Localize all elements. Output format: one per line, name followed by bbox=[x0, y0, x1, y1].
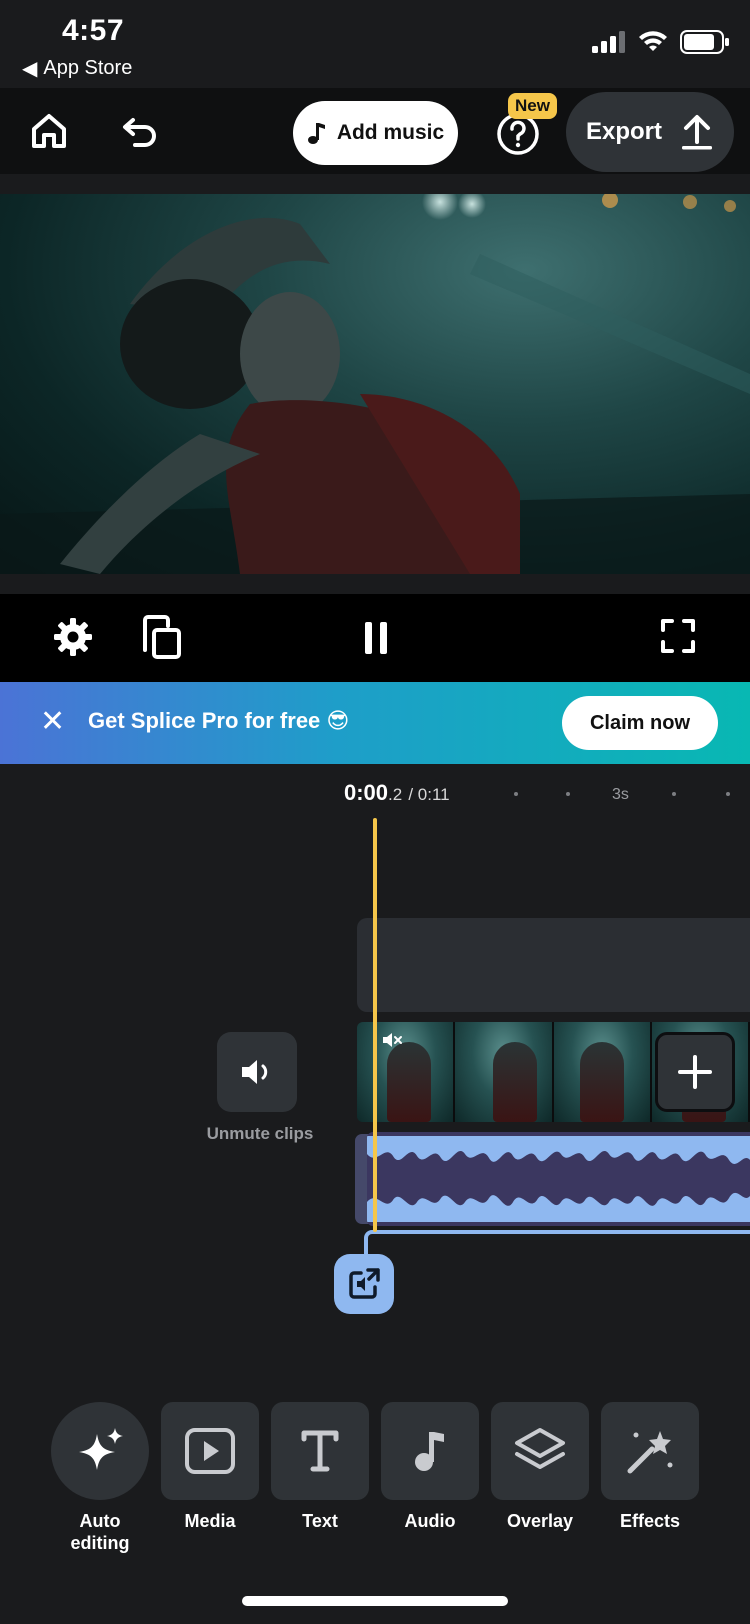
pause-icon bbox=[365, 622, 387, 654]
timecode-fraction: .2 bbox=[388, 785, 403, 804]
player-controls bbox=[0, 594, 750, 682]
timecode: 0:00.2 / 0:11 bbox=[344, 780, 450, 806]
promo-close-icon[interactable]: ✕ bbox=[40, 704, 65, 739]
audio-link-bracket bbox=[364, 1230, 750, 1260]
promo-banner: ✕ Get Splice Pro for free 😎 Claim now bbox=[0, 682, 750, 764]
tool-auto-editing-button[interactable] bbox=[51, 1402, 149, 1500]
layers-icon bbox=[515, 1428, 565, 1469]
battery-icon bbox=[680, 30, 729, 54]
home-indicator bbox=[242, 1596, 508, 1606]
status-bar: 4:57 ◀ App Store bbox=[0, 0, 750, 88]
tool-text[interactable]: Text bbox=[271, 1402, 369, 1532]
unmute-clips-label: Unmute clips bbox=[206, 1124, 314, 1143]
export-button[interactable]: Export bbox=[566, 92, 734, 172]
tool-overlay-label: Overlay bbox=[506, 1511, 574, 1531]
settings-button[interactable] bbox=[50, 614, 96, 660]
timecode-total: / 0:11 bbox=[408, 785, 450, 804]
add-music-button[interactable]: Add music bbox=[293, 101, 458, 165]
tool-overlay[interactable]: Overlay bbox=[491, 1402, 589, 1532]
ruler-tick bbox=[514, 792, 518, 796]
gear-icon bbox=[54, 618, 92, 656]
tool-audio[interactable]: Audio bbox=[381, 1402, 479, 1532]
new-badge: New bbox=[508, 93, 557, 119]
status-icons bbox=[592, 30, 730, 54]
tool-audio-label: Audio bbox=[404, 1511, 456, 1531]
tool-effects-button[interactable] bbox=[601, 1402, 699, 1500]
magic-wand-icon bbox=[627, 1431, 673, 1474]
overlay-track[interactable] bbox=[357, 918, 750, 1012]
undo-button[interactable] bbox=[116, 108, 164, 154]
home-button[interactable] bbox=[26, 104, 72, 158]
detach-audio-icon bbox=[349, 1268, 380, 1299]
tool-auto-editing[interactable]: Auto editing bbox=[51, 1402, 149, 1554]
playhead[interactable] bbox=[373, 818, 377, 1232]
speaker-icon bbox=[242, 1060, 268, 1084]
upload-arrow-icon bbox=[682, 115, 712, 150]
pause-button[interactable] bbox=[356, 616, 396, 660]
music-note-icon bbox=[307, 123, 325, 144]
tool-media-button[interactable] bbox=[161, 1402, 259, 1500]
tool-media-label: Media bbox=[184, 1511, 236, 1531]
audio-waveform bbox=[367, 1136, 750, 1222]
timeline[interactable]: 0:00.2 / 0:11 3s Unmute clips bbox=[0, 764, 750, 1384]
ruler-tick bbox=[566, 792, 570, 796]
back-triangle-icon: ◀ bbox=[22, 58, 38, 80]
video-frame-image bbox=[0, 194, 750, 574]
tool-auto-editing-label: Auto editing bbox=[70, 1511, 130, 1553]
tool-overlay-button[interactable] bbox=[491, 1402, 589, 1500]
promo-text: Get Splice Pro for free 😎 bbox=[88, 708, 350, 733]
video-preview[interactable] bbox=[0, 194, 750, 574]
ruler-tick bbox=[726, 792, 730, 796]
tool-text-button[interactable] bbox=[271, 1402, 369, 1500]
back-to-app-store[interactable]: ◀ App Store bbox=[22, 56, 132, 81]
tool-effects[interactable]: Effects bbox=[601, 1402, 699, 1532]
timecode-current: 0:00 bbox=[344, 780, 389, 805]
unmute-clips-button[interactable] bbox=[217, 1032, 297, 1112]
aspect-ratio-icon bbox=[143, 615, 181, 659]
claim-now-button[interactable]: Claim now bbox=[562, 696, 718, 750]
plus-icon bbox=[678, 1055, 712, 1089]
muted-speaker-icon bbox=[382, 1032, 404, 1051]
fullscreen-icon bbox=[661, 619, 695, 653]
tool-audio-button[interactable] bbox=[381, 1402, 479, 1500]
home-icon bbox=[32, 114, 66, 148]
bottom-toolbar: Auto editing Media Text Audio Overlay Ef… bbox=[0, 1384, 750, 1584]
clip-thumbnail[interactable] bbox=[553, 1022, 652, 1122]
fullscreen-button[interactable] bbox=[656, 614, 700, 658]
undo-icon bbox=[123, 118, 156, 147]
add-music-label: Add music bbox=[336, 121, 445, 144]
sparkle-icon bbox=[79, 1428, 123, 1470]
status-time: 4:57 bbox=[62, 14, 125, 47]
text-icon bbox=[301, 1430, 339, 1472]
back-app-label: App Store bbox=[43, 57, 133, 79]
wifi-icon bbox=[639, 31, 667, 51]
music-note-icon bbox=[415, 1432, 444, 1471]
tool-effects-label: Effects bbox=[619, 1511, 681, 1531]
media-play-icon bbox=[185, 1428, 235, 1474]
aspect-ratio-button[interactable] bbox=[138, 612, 184, 662]
ruler-label: 3s bbox=[612, 786, 629, 803]
detach-audio-button[interactable] bbox=[334, 1254, 394, 1314]
add-clip-button[interactable] bbox=[655, 1032, 735, 1112]
audio-track[interactable] bbox=[367, 1132, 750, 1226]
clip-thumbnail[interactable] bbox=[357, 1022, 456, 1122]
ruler-tick bbox=[672, 792, 676, 796]
tool-text-label: Text bbox=[302, 1511, 338, 1531]
clip-thumbnail[interactable] bbox=[455, 1022, 554, 1122]
cellular-signal-icon bbox=[592, 31, 625, 53]
export-label: Export bbox=[585, 118, 662, 145]
tool-media[interactable]: Media bbox=[161, 1402, 259, 1532]
